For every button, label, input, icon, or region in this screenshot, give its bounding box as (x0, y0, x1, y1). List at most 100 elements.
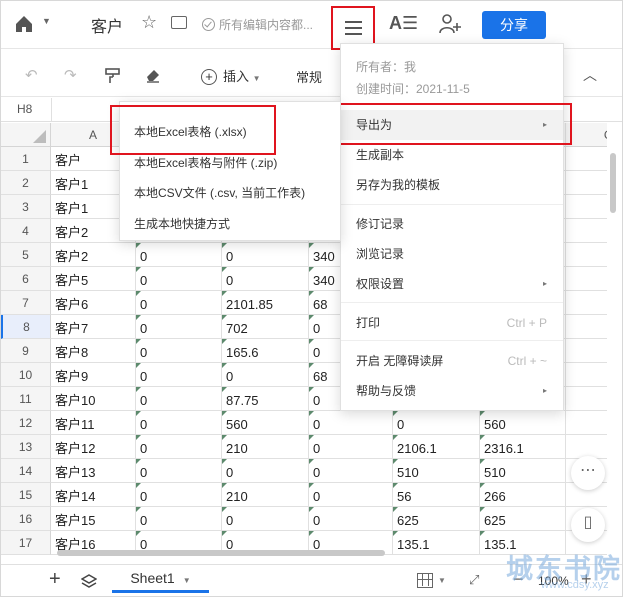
cell-b[interactable]: 0 (136, 339, 222, 363)
row-header[interactable]: 3 (1, 195, 51, 219)
document-title[interactable]: 客户 (91, 13, 123, 37)
row-header[interactable]: 16 (1, 507, 51, 531)
row-header[interactable]: 2 (1, 171, 51, 195)
row-header[interactable]: 11 (1, 387, 51, 411)
redo-icon[interactable]: ↷ (64, 66, 77, 84)
vertical-scrollbar[interactable] (610, 153, 616, 213)
cell-d[interactable]: 0 (309, 435, 393, 459)
cell-b[interactable]: 0 (136, 459, 222, 483)
cell-g[interactable] (566, 171, 607, 195)
export-csv-option[interactable]: 本地CSV文件 (.csv, 当前工作表) (120, 178, 340, 208)
row-header[interactable]: 13 (1, 435, 51, 459)
cell-b[interactable]: 0 (136, 411, 222, 435)
cell-a[interactable]: 客户12 (51, 435, 136, 459)
home-icon[interactable] (13, 13, 35, 35)
cell-c[interactable]: 0 (222, 363, 309, 387)
cell-g[interactable] (566, 339, 607, 363)
freeze-grid-icon[interactable] (417, 573, 433, 588)
star-icon[interactable]: ☆ (141, 12, 157, 33)
cell-f[interactable]: 510 (480, 459, 566, 483)
cell-g[interactable] (566, 315, 607, 339)
cell-e[interactable]: 56 (393, 483, 480, 507)
cell-f[interactable]: 266 (480, 483, 566, 507)
cell-c[interactable]: 210 (222, 435, 309, 459)
row-header[interactable]: 12 (1, 411, 51, 435)
cell-c[interactable]: 0 (222, 507, 309, 531)
cell-c[interactable]: 2101.85 (222, 291, 309, 315)
cell-e[interactable]: 510 (393, 459, 480, 483)
eraser-icon[interactable] (145, 67, 161, 83)
row-header[interactable]: 8 (1, 315, 51, 339)
row-header[interactable]: 1 (1, 147, 51, 171)
menu-item-print[interactable]: 打印 Ctrl + P (341, 308, 563, 338)
cell-a[interactable]: 客户9 (51, 363, 136, 387)
mobile-view-icon[interactable]: ▯ (571, 508, 605, 542)
cell-reference[interactable]: H8 (17, 102, 32, 116)
cell-b[interactable]: 0 (136, 315, 222, 339)
row-header[interactable]: 4 (1, 219, 51, 243)
cell-b[interactable]: 0 (136, 267, 222, 291)
cell-c[interactable]: 560 (222, 411, 309, 435)
cell-d[interactable]: 0 (309, 507, 393, 531)
cell-d[interactable]: 0 (309, 483, 393, 507)
create-shortcut-option[interactable]: 生成本地快捷方式 (120, 209, 340, 239)
row-header[interactable]: 6 (1, 267, 51, 291)
column-header-g[interactable]: G (566, 123, 607, 147)
cell-g[interactable] (566, 387, 607, 411)
cell-d[interactable]: 0 (309, 411, 393, 435)
fit-screen-icon[interactable]: ⤢ (469, 572, 479, 588)
cell-b[interactable]: 0 (136, 507, 222, 531)
cell-g[interactable] (566, 243, 607, 267)
cell-c[interactable]: 702 (222, 315, 309, 339)
cell-c[interactable]: 210 (222, 483, 309, 507)
add-sheet-icon[interactable]: + (49, 568, 61, 591)
cell-a[interactable]: 客户10 (51, 387, 136, 411)
menu-item-screen-reader[interactable]: 开启 无障碍读屏 Ctrl + ~ (341, 346, 563, 376)
cell-f[interactable]: 560 (480, 411, 566, 435)
cell-g[interactable] (566, 195, 607, 219)
cell-f[interactable]: 2316.1 (480, 435, 566, 459)
cell-g[interactable] (566, 291, 607, 315)
cell-b[interactable]: 0 (136, 483, 222, 507)
cell-b[interactable]: 0 (136, 363, 222, 387)
menu-item-save-as-template[interactable]: 另存为我的模板 (341, 170, 563, 200)
cell-a[interactable]: 客户8 (51, 339, 136, 363)
sheet-tab[interactable]: Sheet1 ▼ (112, 565, 209, 593)
cell-a[interactable]: 客户14 (51, 483, 136, 507)
cell-d[interactable]: 0 (309, 459, 393, 483)
cell-c[interactable]: 87.75 (222, 387, 309, 411)
undo-icon[interactable]: ↶ (25, 66, 38, 84)
insert-button[interactable]: + 插入 ▼ (201, 66, 261, 85)
row-header[interactable]: 14 (1, 459, 51, 483)
cell-g[interactable] (566, 219, 607, 243)
cell-e[interactable]: 625 (393, 507, 480, 531)
chevron-down-icon[interactable]: ▼ (183, 576, 191, 585)
cell-a[interactable]: 客户5 (51, 267, 136, 291)
number-format-dropdown[interactable]: 常规 (296, 67, 322, 86)
horizontal-scrollbar[interactable] (57, 550, 385, 556)
cell-c[interactable]: 0 (222, 459, 309, 483)
share-button[interactable]: 分享 (482, 11, 546, 39)
collapse-toolbar-icon[interactable]: ︿ (583, 65, 597, 85)
menu-item-view-history[interactable]: 浏览记录 (341, 239, 563, 269)
folder-icon[interactable] (171, 16, 187, 29)
cell-a[interactable]: 客户15 (51, 507, 136, 531)
cell-g[interactable] (566, 147, 607, 171)
text-format-icon[interactable]: A☰ (389, 13, 418, 34)
menu-item-help-feedback[interactable]: 帮助与反馈 ▸ (341, 376, 563, 406)
add-user-icon[interactable] (438, 13, 462, 35)
select-all-corner[interactable] (1, 123, 51, 147)
cell-a[interactable]: 客户6 (51, 291, 136, 315)
cell-a[interactable]: 客户7 (51, 315, 136, 339)
cell-g[interactable] (566, 363, 607, 387)
cell-e[interactable]: 135.1 (393, 531, 480, 555)
cell-a[interactable]: 客户2 (51, 243, 136, 267)
cell-e[interactable]: 2106.1 (393, 435, 480, 459)
cell-b[interactable]: 0 (136, 291, 222, 315)
cell-c[interactable]: 0 (222, 267, 309, 291)
cell-c[interactable]: 165.6 (222, 339, 309, 363)
cell-f[interactable]: 625 (480, 507, 566, 531)
cell-g[interactable] (566, 411, 607, 435)
format-painter-icon[interactable] (105, 68, 121, 84)
row-header[interactable]: 7 (1, 291, 51, 315)
